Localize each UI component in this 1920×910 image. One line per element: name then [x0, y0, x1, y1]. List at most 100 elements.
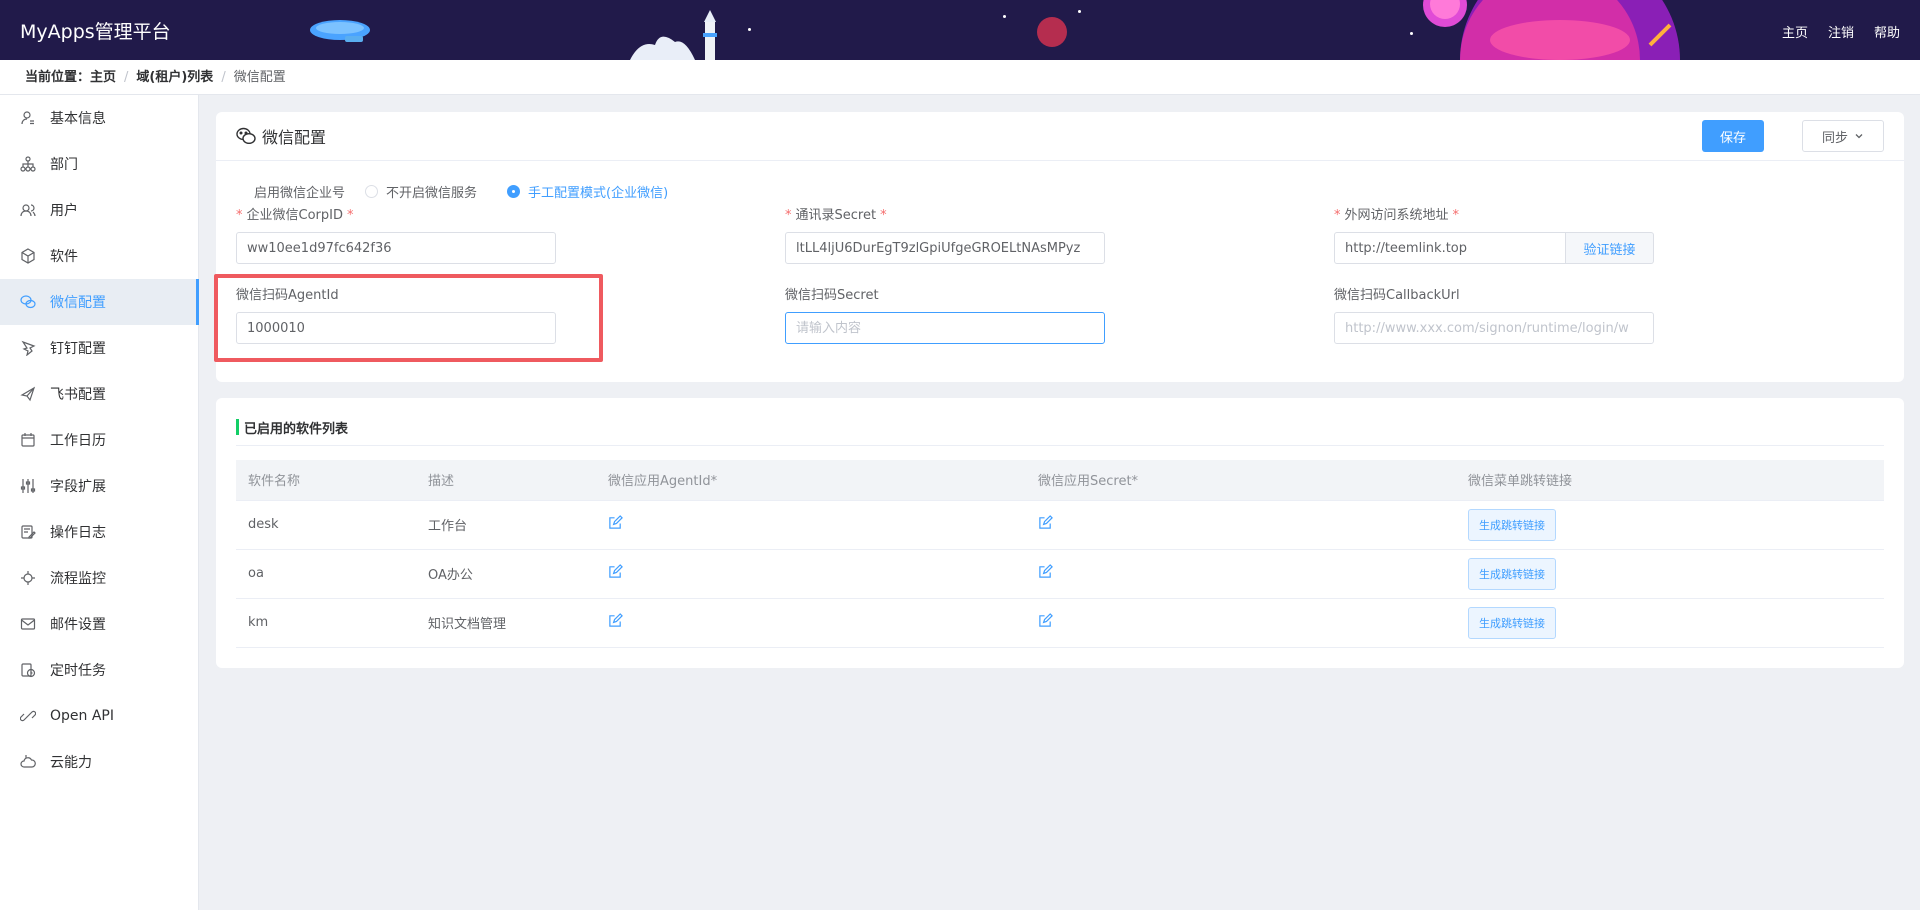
- contact-secret-field-group: * 通讯录Secret *: [785, 204, 1105, 264]
- wechat-config-card: 微信配置 保存 同步 启用微信企业号 不开启微信服务 手工配置模式(企业微信) …: [216, 112, 1904, 382]
- sidebar-item-scheduled-tasks[interactable]: 定时任务: [0, 647, 198, 693]
- sidebar-item-open-api[interactable]: Open API: [0, 693, 198, 739]
- sidebar-item-work-calendar[interactable]: 工作日历: [0, 417, 198, 463]
- enable-wechat-label: 启用微信企业号: [254, 186, 346, 201]
- cloud-icon: [20, 754, 36, 770]
- corpid-label: * 企业微信CorpID *: [236, 208, 354, 223]
- sidebar-item-wechat-config[interactable]: 微信配置: [0, 279, 199, 325]
- breadcrumb-separator: /: [221, 70, 226, 85]
- secret-cell: [1026, 598, 1456, 648]
- column-header: 微信菜单跳转链接: [1456, 460, 1884, 501]
- sidebar-item-dingtalk-config[interactable]: 钉钉配置: [0, 325, 198, 371]
- sidebar-item-label: 用户: [50, 203, 78, 219]
- software-desc-cell: 知识文档管理: [416, 598, 596, 648]
- external-url-input[interactable]: [1334, 232, 1566, 264]
- sidebar-item-users[interactable]: 用户: [0, 187, 198, 233]
- agentid-input[interactable]: [236, 312, 556, 344]
- sidebar-item-label: 基本信息: [50, 111, 106, 127]
- sidebar: 基本信息 部门 用户 软件 微信配置 钉钉配置 飞书配置 工作日历 字段扩展 操…: [0, 95, 199, 910]
- sidebar-item-field-extension[interactable]: 字段扩展: [0, 463, 198, 509]
- section-title: 已启用的软件列表: [236, 408, 1884, 446]
- column-header: 微信应用Secret*: [1026, 460, 1456, 501]
- sidebar-item-basic-info[interactable]: 基本信息: [0, 95, 198, 141]
- breadcrumb-home[interactable]: 主页: [90, 70, 116, 85]
- agentid-cell: [596, 598, 1026, 648]
- software-name-cell: desk: [236, 500, 416, 550]
- sidebar-item-label: 钉钉配置: [50, 341, 106, 357]
- section-title-bar: [236, 419, 239, 435]
- sidebar-item-feishu-config[interactable]: 飞书配置: [0, 371, 198, 417]
- chevron-down-icon: [1855, 134, 1863, 139]
- sidebar-item-label: 部门: [50, 157, 78, 173]
- nav-logout-link[interactable]: 注销: [1828, 22, 1854, 41]
- sidebar-item-cloud-capability[interactable]: 云能力: [0, 739, 198, 785]
- radio-circle: [365, 185, 379, 198]
- sidebar-item-label: 飞书配置: [50, 387, 106, 403]
- scan-secret-label: 微信扫码Secret: [785, 288, 879, 303]
- sidebar-item-software[interactable]: 软件: [0, 233, 198, 279]
- edit-icon[interactable]: [608, 564, 623, 579]
- software-table: 软件名称 描述 微信应用AgentId* 微信应用Secret* 微信菜单跳转链…: [236, 460, 1884, 648]
- wechat-icon: [20, 294, 36, 310]
- contact-secret-label: * 通讯录Secret *: [785, 208, 887, 223]
- generate-link-button[interactable]: 生成跳转链接: [1468, 557, 1556, 590]
- breadcrumb-label: 当前位置：: [25, 70, 91, 85]
- sliders-icon: [20, 478, 36, 494]
- breadcrumb-domain-list[interactable]: 域(租户)列表: [136, 70, 213, 85]
- radio-circle: [507, 185, 521, 198]
- callback-url-input[interactable]: [1334, 312, 1654, 344]
- generate-link-button[interactable]: 生成跳转链接: [1468, 606, 1556, 639]
- edit-icon[interactable]: [1038, 613, 1053, 628]
- sync-dropdown-button[interactable]: 同步: [1802, 120, 1884, 152]
- radio-manual-config[interactable]: 手工配置模式(企业微信): [507, 182, 668, 201]
- enable-wechat-row: 启用微信企业号 不开启微信服务 手工配置模式(企业微信): [254, 182, 698, 201]
- agentid-cell: [596, 500, 1026, 550]
- table-header-row: 软件名称 描述 微信应用AgentId* 微信应用Secret* 微信菜单跳转链…: [236, 460, 1884, 501]
- dingtalk-icon: [20, 340, 36, 356]
- generate-link-button[interactable]: 生成跳转链接: [1468, 508, 1556, 541]
- header-nav: 主页 注销 帮助: [1782, 22, 1900, 41]
- scan-secret-input[interactable]: [785, 312, 1105, 344]
- timer-icon: [20, 662, 36, 678]
- callback-url-field-group: 微信扫码CallbackUrl: [1334, 284, 1654, 344]
- contact-secret-input[interactable]: [785, 232, 1105, 264]
- star-decoration: [1078, 10, 1081, 13]
- nav-home-link[interactable]: 主页: [1782, 22, 1808, 41]
- api-icon: [20, 708, 36, 724]
- save-button[interactable]: 保存: [1702, 120, 1764, 152]
- section-title-text: 已启用的软件列表: [244, 422, 349, 437]
- star-decoration: [748, 28, 751, 31]
- wechat-icon: [236, 127, 256, 145]
- breadcrumb-separator: /: [124, 70, 129, 85]
- sidebar-item-label: 工作日历: [50, 433, 106, 449]
- sync-button-label: 同步: [1821, 130, 1848, 146]
- nav-help-link[interactable]: 帮助: [1874, 22, 1900, 41]
- software-desc-cell: 工作台: [416, 500, 596, 550]
- table-row: oa OA办公 生成跳转链接: [236, 549, 1884, 599]
- sidebar-item-mail-settings[interactable]: 邮件设置: [0, 601, 198, 647]
- sidebar-item-department[interactable]: 部门: [0, 141, 198, 187]
- calendar-icon: [20, 432, 36, 448]
- jump-link-cell: 生成跳转链接: [1456, 500, 1884, 550]
- radio-disable-wechat[interactable]: 不开启微信服务: [365, 182, 477, 201]
- secret-cell: [1026, 549, 1456, 599]
- monitor-icon: [20, 570, 36, 586]
- cube-icon: [20, 248, 36, 264]
- top-header: MyApps管理平台 主页 注销 帮助: [0, 0, 1920, 60]
- edit-icon[interactable]: [1038, 564, 1053, 579]
- edit-icon[interactable]: [608, 613, 623, 628]
- verify-link-button[interactable]: 验证链接: [1566, 232, 1654, 264]
- software-name-cell: oa: [236, 549, 416, 599]
- sidebar-item-label: 软件: [50, 249, 78, 265]
- edit-icon[interactable]: [1038, 515, 1053, 530]
- radio-label: 不开启微信服务: [386, 186, 478, 201]
- sidebar-item-process-monitor[interactable]: 流程监控: [0, 555, 198, 601]
- star-decoration: [1410, 32, 1413, 35]
- breadcrumb-current: 微信配置: [233, 70, 286, 85]
- corpid-input[interactable]: [236, 232, 556, 264]
- feishu-icon: [20, 386, 36, 402]
- sidebar-item-label: Open API: [50, 708, 114, 724]
- table-row: km 知识文档管理 生成跳转链接: [236, 598, 1884, 648]
- edit-icon[interactable]: [608, 515, 623, 530]
- sidebar-item-operation-log[interactable]: 操作日志: [0, 509, 198, 555]
